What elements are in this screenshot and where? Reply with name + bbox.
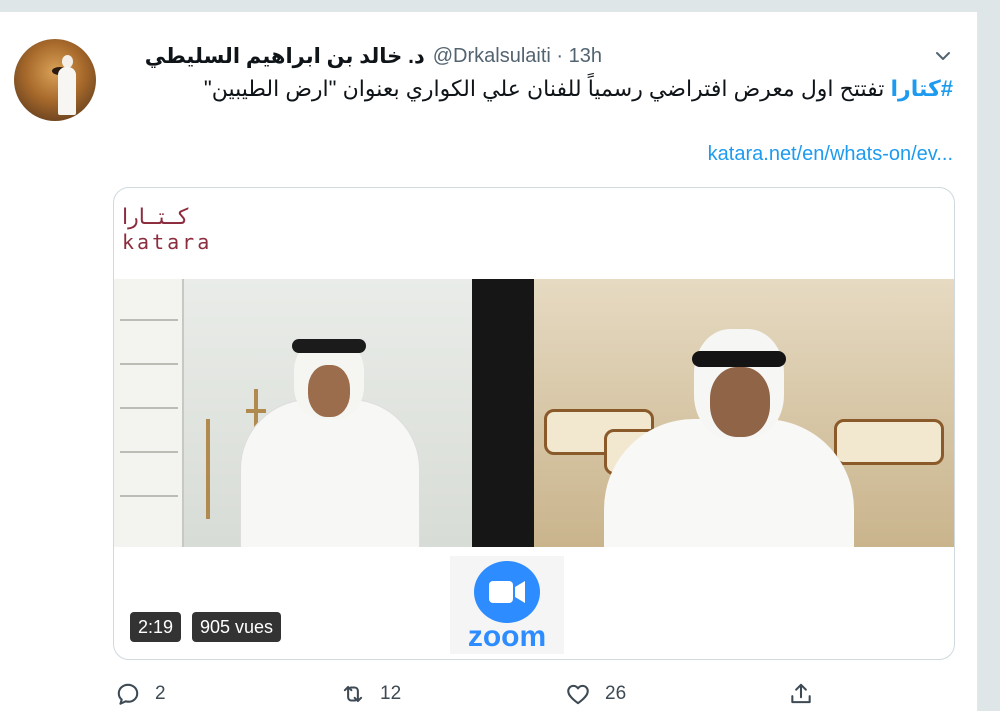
media-card[interactable]: كــتــارا katara zoom 2:19 905 vues <box>113 187 955 660</box>
tweet-link[interactable]: katara.net/en/whats-on/ev... <box>708 143 953 166</box>
like-button[interactable]: 26 <box>565 677 626 711</box>
video-frame-left <box>114 279 472 547</box>
retweet-count: 12 <box>380 683 402 704</box>
video-player[interactable] <box>114 279 954 547</box>
katara-logo-latin: katara <box>122 230 213 254</box>
like-count: 26 <box>605 683 627 704</box>
hashtag-link[interactable]: #كتارا <box>891 76 953 101</box>
timestamp[interactable]: 13h <box>569 45 602 67</box>
katara-logo-arabic: كــتــارا <box>122 204 189 229</box>
video-camera-icon <box>474 561 540 623</box>
handle-text[interactable]: @Drkalsulaiti <box>433 45 551 67</box>
action-bar: 2 12 26 <box>0 677 978 711</box>
katara-logo: كــتــارا katara <box>122 204 232 264</box>
reply-button[interactable]: 2 <box>115 677 166 711</box>
reply-count: 2 <box>155 683 166 704</box>
chevron-down-icon[interactable] <box>931 44 955 68</box>
tweet-header: د. خالد بن ابراهيم السليطي @Drkalsulaiti… <box>145 42 602 70</box>
view-count: 905 vues <box>192 612 282 642</box>
top-strip <box>0 0 1000 12</box>
retweet-button[interactable]: 12 <box>340 677 401 711</box>
retweet-icon <box>343 685 363 703</box>
author-handle[interactable]: @Drkalsulaiti · 13h <box>433 45 602 68</box>
video-frame-right <box>534 279 954 547</box>
share-button[interactable] <box>788 677 814 711</box>
author-name[interactable]: د. خالد بن ابراهيم السليطي <box>145 44 425 69</box>
zoom-wordmark: zoom <box>467 620 547 653</box>
avatar[interactable] <box>14 39 96 121</box>
reply-icon <box>117 683 139 705</box>
tweet-body: تفتتح اول معرض افتراضي رسمياً للفنان علي… <box>203 76 885 101</box>
like-icon <box>567 684 589 705</box>
separator-dot: · <box>556 44 569 67</box>
right-gutter <box>978 12 1000 711</box>
share-icon <box>791 683 811 704</box>
zoom-logo: zoom <box>450 556 564 654</box>
video-divider <box>472 279 534 547</box>
tweet-text: #كتارا تفتتح اول معرض افتراضي رسمياً للف… <box>113 74 953 104</box>
tweet-card[interactable]: د. خالد بن ابراهيم السليطي @Drkalsulaiti… <box>0 12 978 711</box>
video-duration: 2:19 <box>130 612 182 642</box>
